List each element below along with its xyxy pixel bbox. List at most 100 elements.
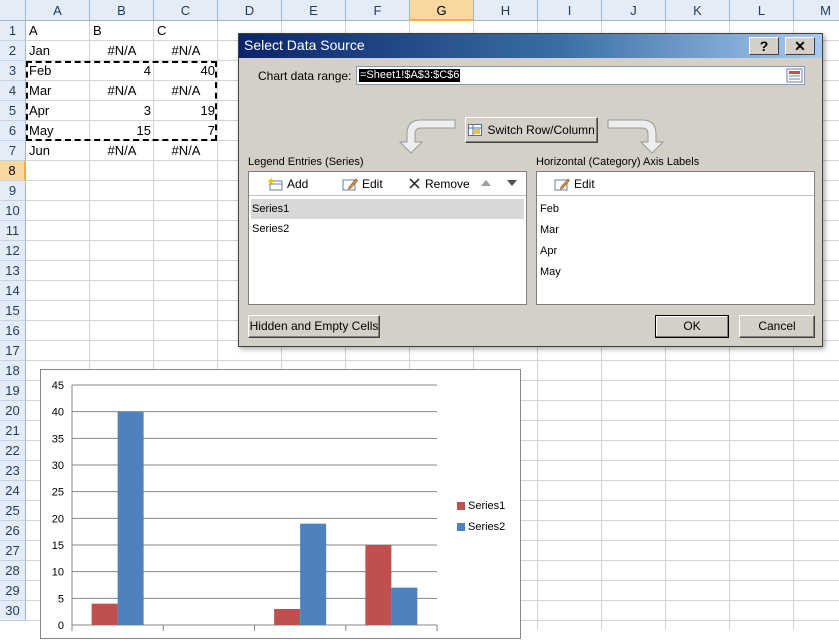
bar-series2-0 [117,411,144,625]
axis-list-item[interactable]: Feb [539,199,812,219]
legend-item-series2: Series2 [457,516,505,537]
cell[interactable]: #N/A [90,41,154,61]
row-header[interactable]: 2 [0,41,26,61]
row-header[interactable]: 15 [0,301,26,321]
switch-row-column-button[interactable]: Switch Row/Column [465,117,598,143]
row-header[interactable]: 14 [0,281,26,301]
column-header[interactable]: M [794,0,839,21]
remove-x-icon [409,178,420,189]
legend-label-series1: Series1 [468,499,506,512]
chart-data-range-input[interactable]: =Sheet1!$A$3:$C$6 [356,66,805,85]
row-header[interactable]: 26 [0,521,26,541]
close-button[interactable]: ✕ [785,37,815,55]
cell[interactable]: May [26,121,90,141]
move-down-icon[interactable] [506,179,518,187]
collapse-dialog-icon[interactable] [786,68,803,83]
row-header[interactable]: 10 [0,201,26,221]
cell[interactable]: Mar [26,81,90,101]
y-tick-label: 40 [52,407,64,419]
cell[interactable]: Jan [26,41,90,61]
chart-data-range-value: =Sheet1!$A$3:$C$6 [359,69,461,82]
switch-left-arrow-icon [398,119,456,154]
edit-label: Edit [362,176,383,191]
move-up-icon[interactable] [480,179,492,187]
row-header[interactable]: 23 [0,461,26,481]
row-header[interactable]: 4 [0,81,26,101]
column-header[interactable]: D [218,0,282,21]
row-header[interactable]: 6 [0,121,26,141]
cell[interactable]: 4 [90,61,154,81]
series-list-item[interactable]: Series2 [251,219,524,239]
cell[interactable]: 15 [90,121,154,141]
row-header[interactable]: 25 [0,501,26,521]
cell[interactable]: #N/A [90,81,154,101]
select-all-corner[interactable] [0,0,26,21]
cell[interactable]: #N/A [154,141,218,161]
column-header[interactable]: A [26,0,90,21]
row-header[interactable]: 11 [0,221,26,241]
row-header[interactable]: 13 [0,261,26,281]
dialog-title-bar[interactable]: Select Data Source ? ✕ [239,34,822,58]
cell[interactable]: A [26,21,90,41]
row-header[interactable]: 21 [0,421,26,441]
series-list-item[interactable]: Series1 [251,199,524,219]
select-data-source-dialog[interactable]: Select Data Source ? ✕ Chart data range:… [238,33,823,347]
column-header[interactable]: C [154,0,218,21]
add-series-button[interactable]: Add [267,175,308,192]
cell[interactable]: 7 [154,121,218,141]
embedded-chart[interactable]: 0 5 10 15 20 25 30 35 40 45 Series1 Series2 [40,369,521,639]
row-header[interactable]: 19 [0,381,26,401]
axis-list-item[interactable]: Apr [539,241,812,261]
cell[interactable]: #N/A [90,141,154,161]
cell[interactable]: Jun [26,141,90,161]
edit-series-button[interactable]: Edit [342,175,383,192]
column-header[interactable]: E [282,0,346,21]
row-header[interactable]: 18 [0,361,26,381]
ok-button[interactable]: OK [655,315,729,338]
cell[interactable]: C [154,21,218,41]
chart-plot: 0 5 10 15 20 25 30 35 40 45 [52,380,438,632]
row-header[interactable]: 12 [0,241,26,261]
column-header[interactable]: F [346,0,410,21]
y-tick-label: 45 [52,380,64,392]
row-header[interactable]: 20 [0,401,26,421]
cell[interactable]: 3 [90,101,154,121]
cell[interactable]: Apr [26,101,90,121]
row-header[interactable]: 8 [0,161,26,181]
hidden-empty-cells-button[interactable]: Hidden and Empty Cells [248,315,380,338]
cell[interactable]: #N/A [154,81,218,101]
chart-legend[interactable]: Series1 Series2 [457,495,505,537]
row-header[interactable]: 30 [0,601,26,621]
row-header[interactable]: 29 [0,581,26,601]
cell[interactable]: 40 [154,61,218,81]
cell[interactable]: #N/A [154,41,218,61]
remove-series-button[interactable]: Remove [408,175,470,192]
row-header[interactable]: 27 [0,541,26,561]
row-header[interactable]: 16 [0,321,26,341]
row-header[interactable]: 1 [0,21,26,41]
column-header[interactable]: J [602,0,666,21]
column-header[interactable]: H [474,0,538,21]
cell[interactable]: B [90,21,154,41]
row-header[interactable]: 24 [0,481,26,501]
edit-axis-labels-button[interactable]: Edit [554,175,595,192]
cancel-button[interactable]: Cancel [739,315,815,338]
column-header[interactable]: L [730,0,794,21]
row-header[interactable]: 5 [0,101,26,121]
column-header[interactable]: K [666,0,730,21]
cell[interactable]: 19 [154,101,218,121]
row-header[interactable]: 22 [0,441,26,461]
row-header[interactable]: 3 [0,61,26,81]
row-header[interactable]: 9 [0,181,26,201]
cell[interactable]: Feb [26,61,90,81]
help-button[interactable]: ? [749,37,779,55]
row-header[interactable]: 7 [0,141,26,161]
column-header[interactable]: B [90,0,154,21]
column-header[interactable]: I [538,0,602,21]
row-header[interactable]: 28 [0,561,26,581]
column-header[interactable]: G [410,0,474,21]
remove-label: Remove [425,176,470,191]
row-header[interactable]: 17 [0,341,26,361]
axis-list-item[interactable]: May [539,262,812,282]
axis-list-item[interactable]: Mar [539,220,812,240]
